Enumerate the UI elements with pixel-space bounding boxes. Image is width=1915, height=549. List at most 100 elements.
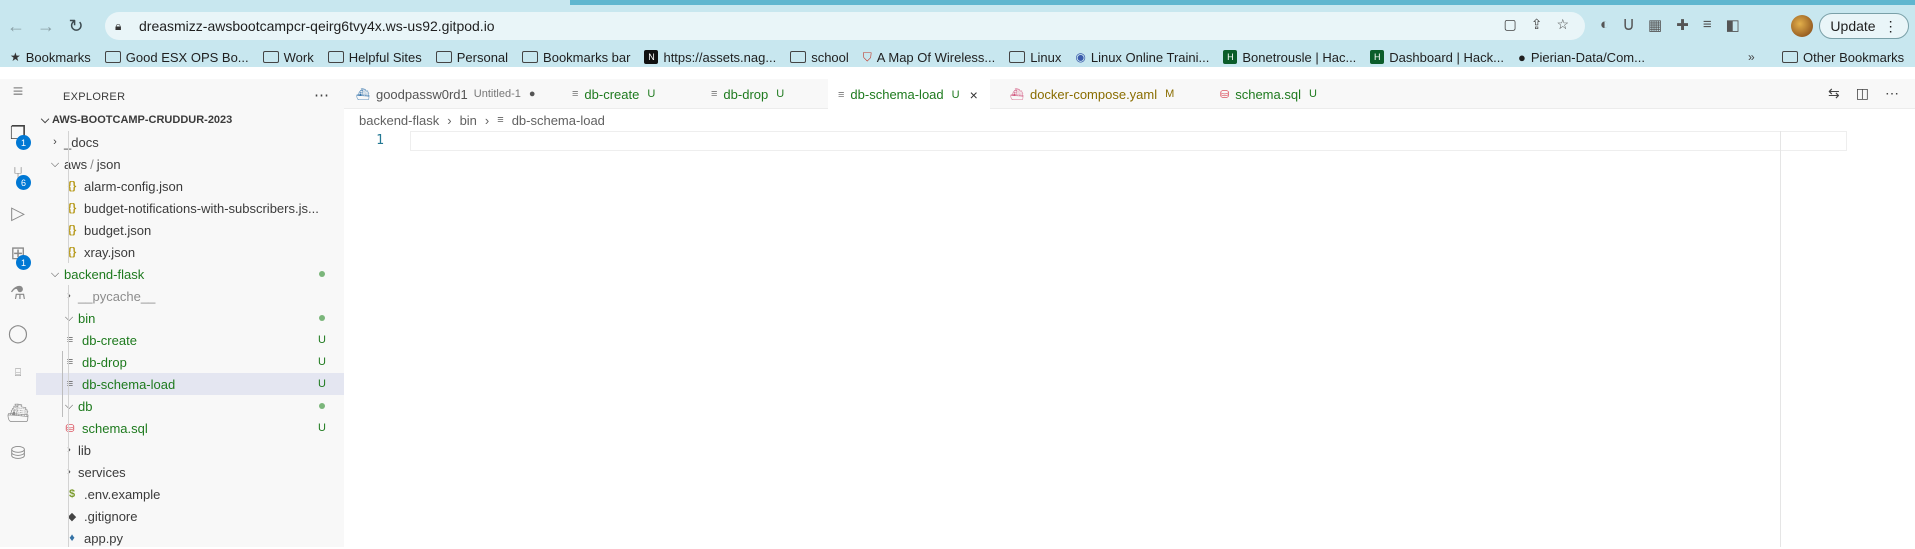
address-url[interactable]: dreasmizz-awsbootcampcr-qeirg6tvy4x.ws-u… bbox=[139, 18, 495, 34]
extensions-icon[interactable]: ⊞ 1 bbox=[0, 235, 36, 271]
testing-flask-icon[interactable]: ⚗ bbox=[0, 275, 36, 311]
tree-file-db-drop[interactable]: ≡ db-drop U bbox=[36, 351, 344, 373]
tree-file-db-schema-load[interactable]: ≡ db-schema-load U bbox=[36, 373, 344, 395]
tab-description: Untitled-1 bbox=[473, 88, 521, 100]
tree-folder-pycache[interactable]: ›__pycache__ bbox=[36, 285, 344, 307]
bookmark-item[interactable]: school bbox=[790, 50, 849, 65]
bookmark-item[interactable]: ◉ Linux Online Traini... bbox=[1075, 50, 1209, 65]
source-control-icon[interactable]: ⑂ 6 bbox=[0, 155, 36, 191]
close-icon[interactable]: × bbox=[970, 87, 978, 103]
other-bookmarks[interactable]: Other Bookmarks bbox=[1782, 47, 1904, 67]
scm-badge: 6 bbox=[16, 175, 31, 190]
share-icon[interactable]: ⇪ bbox=[1531, 16, 1543, 33]
bookmark-item[interactable]: ★ Bookmarks bbox=[10, 50, 91, 65]
tree-folder-db[interactable]: ⌵ db bbox=[36, 395, 344, 417]
extensions-puzzle-icon[interactable]: ✚ bbox=[1676, 16, 1689, 34]
tree-file-budget-notifications[interactable]: {} budget-notifications-with-subscribers.… bbox=[36, 197, 344, 219]
folder-icon bbox=[104, 51, 121, 63]
bookmark-item[interactable]: Nhttps://assets.nag... bbox=[644, 50, 776, 65]
tree-root-folder[interactable]: ⌵ AWS-BOOTCAMP-CRUDDUR-2023 bbox=[36, 109, 344, 131]
bookmarks-overflow-icon[interactable]: » bbox=[1748, 47, 1755, 67]
tree-file-xray[interactable]: {} xray.json bbox=[36, 241, 344, 263]
tree-file-env-example[interactable]: $ .env.example bbox=[36, 483, 344, 505]
tab-db-drop[interactable]: ≡ db-drop U bbox=[711, 79, 784, 109]
bookmark-item[interactable]: ● Pierian-Data/Com... bbox=[1518, 50, 1645, 65]
tree-file-schema-sql[interactable]: ⛁ schema.sql U bbox=[36, 417, 344, 439]
tab-schema-sql[interactable]: ⛁ schema.sql U bbox=[1220, 79, 1317, 109]
api-icon[interactable]: ⌸ bbox=[0, 355, 36, 391]
code-editor[interactable]: 1 bbox=[344, 131, 1915, 547]
page-info-icon[interactable]: ▢ bbox=[1503, 16, 1516, 33]
chevron-right-icon: › bbox=[484, 112, 490, 128]
bookmark-item[interactable]: Good ESX OPS Bo... bbox=[104, 50, 249, 65]
tab-db-schema-load[interactable]: ≡ db-schema-load U × bbox=[828, 79, 990, 110]
reading-list-icon[interactable]: ≡ bbox=[1703, 16, 1712, 34]
indent-guide bbox=[62, 351, 63, 417]
docker-whale-icon[interactable]: ⛴ bbox=[0, 395, 36, 431]
tree-folder-lib[interactable]: ›lib bbox=[36, 439, 344, 461]
bookmark-label: Linux Online Traini... bbox=[1090, 49, 1210, 65]
address-bar[interactable]: 🔒︎ dreasmizz-awsbootcampcr-qeirg6tvy4x.w… bbox=[105, 12, 1585, 40]
run-debug-icon[interactable]: ▷ bbox=[0, 195, 36, 231]
breadcrumb-item[interactable]: db-schema-load bbox=[512, 113, 605, 128]
bookmarks-bar: ★ Bookmarks Good ESX OPS Bo... Work Helpf… bbox=[0, 47, 1915, 67]
folder-icon bbox=[790, 51, 807, 63]
tab-label: schema.sql bbox=[1235, 86, 1301, 102]
back-arrow-icon[interactable]: ← bbox=[2, 12, 30, 40]
bookmark-label: Work bbox=[283, 49, 314, 65]
bookmark-label: Personal bbox=[456, 49, 509, 65]
side-panel-icon[interactable]: ◧ bbox=[1726, 16, 1740, 34]
file-lines-icon: ≡ bbox=[497, 114, 504, 126]
bookmark-item[interactable]: Helpful Sites bbox=[327, 50, 422, 65]
extension-u-icon[interactable]: ᑌ bbox=[1623, 16, 1634, 34]
chevron-right-icon: › bbox=[62, 290, 76, 302]
n-site-icon: N bbox=[644, 50, 659, 64]
github-icon[interactable]: ◯ bbox=[0, 315, 36, 351]
editor-scrollbar[interactable] bbox=[1780, 131, 1781, 547]
menu-hamburger-icon[interactable]: ≡ bbox=[0, 73, 36, 109]
untracked-status: U bbox=[318, 334, 326, 346]
database-icon[interactable]: ⛁ bbox=[0, 435, 36, 471]
tab-label: db-drop bbox=[723, 86, 769, 102]
tree-file-alarm-config[interactable]: {} alarm-config.json bbox=[36, 175, 344, 197]
hackerrank-icon: H bbox=[1223, 50, 1238, 64]
tree-file-app-py[interactable]: ♦ app.py bbox=[36, 527, 344, 549]
tab-docker-compose[interactable]: ⛴ docker-compose.yaml M bbox=[1010, 79, 1174, 109]
reload-icon[interactable]: ↻ bbox=[62, 12, 90, 40]
chevron-right-icon: › bbox=[447, 112, 452, 128]
tree-file-gitignore[interactable]: ◆ .gitignore bbox=[36, 505, 344, 527]
tree-file-budget[interactable]: {} budget.json bbox=[36, 219, 344, 241]
forward-arrow-icon[interactable]: → bbox=[32, 12, 60, 40]
tree-folder-services[interactable]: ›services bbox=[36, 461, 344, 483]
more-actions-icon[interactable]: ⋯ bbox=[314, 86, 329, 104]
bookmark-label: https://assets.nag... bbox=[663, 49, 777, 65]
more-actions-icon[interactable]: ⋯ bbox=[1885, 85, 1899, 102]
tree-folder-backend-flask[interactable]: ⌵ backend-flask bbox=[36, 263, 344, 285]
update-label: Update bbox=[1830, 18, 1876, 34]
indent-guide bbox=[68, 285, 69, 547]
bookmark-item[interactable]: Linux bbox=[1009, 50, 1061, 65]
profile-avatar[interactable] bbox=[1791, 15, 1813, 37]
breadcrumb-item[interactable]: backend-flask bbox=[359, 113, 439, 128]
breadcrumb-item[interactable]: bin bbox=[460, 113, 477, 128]
open-changes-icon[interactable]: ⇆ bbox=[1828, 85, 1840, 102]
tab-db-create[interactable]: ≡ db-create U bbox=[572, 79, 655, 109]
bookmark-item[interactable]: H Dashboard | Hack... bbox=[1370, 50, 1504, 65]
docker-compose-icon: ⛴ bbox=[1010, 88, 1024, 101]
split-editor-icon[interactable]: ◫ bbox=[1856, 85, 1869, 102]
bookmark-item[interactable]: ⛉ A Map Of Wireless... bbox=[863, 50, 996, 65]
tree-folder-bin[interactable]: ⌵ bin bbox=[36, 307, 344, 329]
tree-folder-aws-json[interactable]: ⌵ aws / json bbox=[36, 153, 344, 175]
update-button[interactable]: Update ⋮ bbox=[1819, 13, 1909, 39]
bookmark-item[interactable]: Work bbox=[262, 49, 314, 65]
bookmark-item[interactable]: Personal bbox=[435, 49, 509, 65]
bookmark-item[interactable]: Bookmarks bar bbox=[522, 50, 630, 65]
tab-goodpassw0rd1[interactable]: ⛴ goodpassw0rd1 Untitled-1 ● bbox=[356, 79, 536, 109]
extension-grid-icon[interactable]: ▦ bbox=[1648, 16, 1662, 34]
tree-file-db-create[interactable]: ≡ db-create U bbox=[36, 329, 344, 351]
tree-folder-docs[interactable]: › _docs bbox=[36, 131, 344, 153]
bookmark-item[interactable]: H Bonetrousle | Hac... bbox=[1223, 50, 1356, 65]
explorer-files-icon[interactable]: ❐ 1 bbox=[0, 115, 36, 151]
extension-camera-icon[interactable]: ◐ bbox=[1600, 16, 1609, 34]
bookmark-star-icon[interactable]: ☆ bbox=[1556, 16, 1569, 33]
